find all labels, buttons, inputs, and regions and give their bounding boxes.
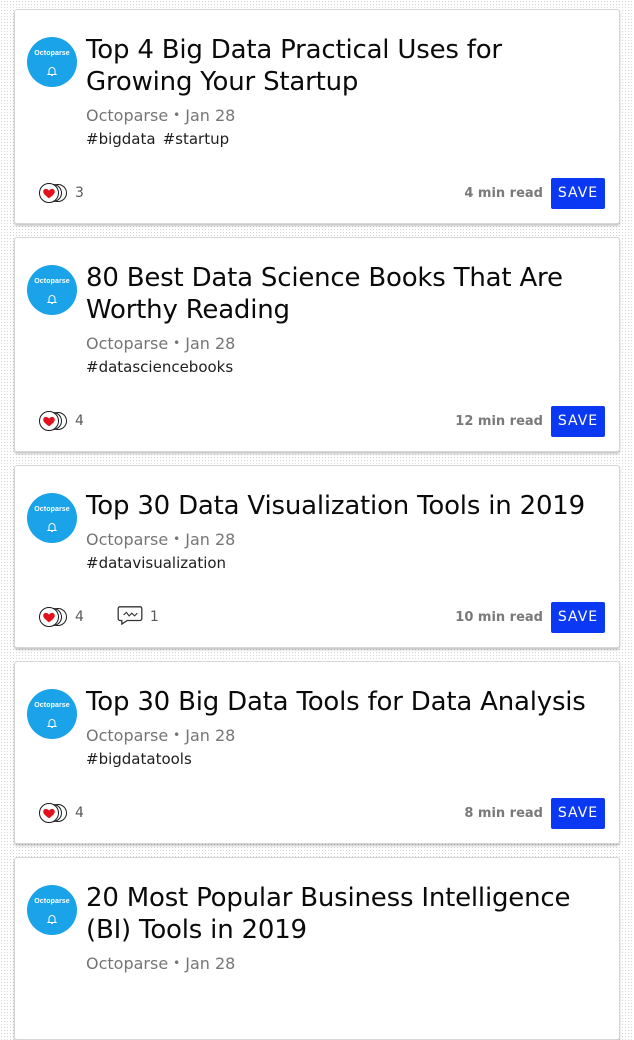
article-meta: Octoparse • Jan 28: [86, 104, 605, 127]
heart-badge: [39, 411, 59, 431]
article-content: 80 Best Data Science Books That Are Wort…: [39, 262, 605, 437]
tag-link[interactable]: #startup: [163, 130, 230, 148]
publish-date: Jan 28: [185, 106, 236, 125]
bell-icon: [46, 62, 58, 76]
article-meta: Octoparse • Jan 28: [86, 724, 605, 747]
avatar-label: Octoparse: [34, 50, 70, 57]
heart-badge: [39, 607, 59, 627]
reactions[interactable]: 4: [39, 411, 84, 431]
publish-date: Jan 28: [185, 530, 236, 549]
reaction-count: 4: [75, 609, 84, 625]
comment-icon: [116, 605, 144, 629]
author-name[interactable]: Octoparse: [86, 106, 168, 125]
article-meta: Octoparse • Jan 28: [86, 528, 605, 551]
bell-icon: [46, 290, 58, 304]
article-content: Top 4 Big Data Practical Uses for Growin…: [39, 34, 605, 209]
reactions[interactable]: 4: [39, 607, 84, 627]
author-name[interactable]: Octoparse: [86, 530, 168, 549]
tag-list: #bigdata #startup: [86, 129, 605, 149]
publish-date: Jan 28: [185, 726, 236, 745]
tag-link[interactable]: #bigdatatools: [86, 750, 192, 768]
avatar-label: Octoparse: [34, 702, 70, 709]
article-footer: 4 12 min read SAVE: [27, 405, 605, 437]
tag-link[interactable]: #bigdata: [86, 130, 156, 148]
avatar-label: Octoparse: [34, 278, 70, 285]
article-footer: 4 8 min read SAVE: [27, 797, 605, 829]
heart-icon: [39, 607, 69, 627]
reactions[interactable]: 4: [39, 803, 84, 823]
save-button[interactable]: SAVE: [551, 177, 605, 209]
avatar-label: Octoparse: [34, 506, 70, 513]
bell-icon: [46, 518, 58, 532]
bell-icon: [46, 910, 58, 924]
bell-icon: [46, 714, 58, 728]
reaction-count: 4: [75, 413, 84, 429]
article-title[interactable]: 20 Most Popular Business Intelligence (B…: [86, 882, 605, 946]
article-title[interactable]: Top 30 Big Data Tools for Data Analysis: [86, 686, 605, 718]
heart-icon: [39, 183, 69, 203]
author-avatar[interactable]: Octoparse: [27, 265, 77, 315]
article-content: Top 30 Big Data Tools for Data Analysis O…: [39, 686, 605, 829]
meta-separator: •: [173, 532, 181, 546]
tag-list: #datasciencebooks: [86, 357, 605, 377]
read-time: 10 min read: [455, 609, 543, 625]
article-content: Top 30 Data Visualization Tools in 2019 O…: [39, 490, 605, 633]
meta-separator: •: [173, 956, 181, 970]
save-button[interactable]: SAVE: [551, 405, 605, 437]
tag-list: #datavisualization: [86, 553, 605, 573]
read-time: 8 min read: [464, 805, 543, 821]
article-meta: Octoparse • Jan 28: [86, 952, 605, 975]
article-card[interactable]: Octoparse Top 4 Big Data Practical Uses f…: [14, 9, 620, 224]
meta-separator: •: [173, 336, 181, 350]
save-button[interactable]: SAVE: [551, 797, 605, 829]
article-card[interactable]: Octoparse 80 Best Data Science Books That…: [14, 237, 620, 452]
reactions[interactable]: 3: [39, 183, 84, 203]
heart-icon: [39, 411, 69, 431]
tag-link[interactable]: #datavisualization: [86, 554, 226, 572]
tag-list: #bigdatatools: [86, 749, 605, 769]
author-avatar[interactable]: Octoparse: [27, 689, 77, 739]
comment-count: 1: [149, 609, 159, 625]
read-time: 12 min read: [455, 413, 543, 429]
meta-separator: •: [173, 728, 181, 742]
author-avatar[interactable]: Octoparse: [27, 493, 77, 543]
article-footer: 3 4 min read SAVE: [27, 177, 605, 209]
article-card[interactable]: Octoparse Top 30 Data Visualization Tools…: [14, 465, 620, 648]
article-card[interactable]: Octoparse Top 30 Big Data Tools for Data …: [14, 661, 620, 844]
meta-separator: •: [173, 108, 181, 122]
author-name[interactable]: Octoparse: [86, 954, 168, 973]
article-title[interactable]: Top 4 Big Data Practical Uses for Growin…: [86, 34, 605, 98]
heart-badge: [39, 183, 59, 203]
article-content: 20 Most Popular Business Intelligence (B…: [86, 882, 605, 975]
article-feed: Octoparse Top 4 Big Data Practical Uses f…: [0, 0, 634, 1040]
save-button[interactable]: SAVE: [551, 601, 605, 633]
article-footer: 4 1 10 min read SAVE: [27, 601, 605, 633]
reaction-count: 4: [75, 805, 84, 821]
article-title[interactable]: 80 Best Data Science Books That Are Wort…: [86, 262, 605, 326]
article-title[interactable]: Top 30 Data Visualization Tools in 2019: [86, 490, 605, 522]
heart-badge: [39, 803, 59, 823]
author-name[interactable]: Octoparse: [86, 334, 168, 353]
avatar-label: Octoparse: [34, 898, 70, 905]
heart-icon: [39, 803, 69, 823]
author-name[interactable]: Octoparse: [86, 726, 168, 745]
article-card[interactable]: Octoparse 20 Most Popular Business Intell…: [14, 857, 620, 1040]
reaction-count: 3: [75, 185, 84, 201]
article-meta: Octoparse • Jan 28: [86, 332, 605, 355]
tag-link[interactable]: #datasciencebooks: [86, 358, 233, 376]
comments[interactable]: 1: [116, 605, 159, 629]
read-time: 4 min read: [464, 185, 543, 201]
publish-date: Jan 28: [185, 954, 236, 973]
publish-date: Jan 28: [185, 334, 236, 353]
author-avatar[interactable]: Octoparse: [27, 37, 77, 87]
author-avatar[interactable]: Octoparse: [27, 885, 77, 935]
